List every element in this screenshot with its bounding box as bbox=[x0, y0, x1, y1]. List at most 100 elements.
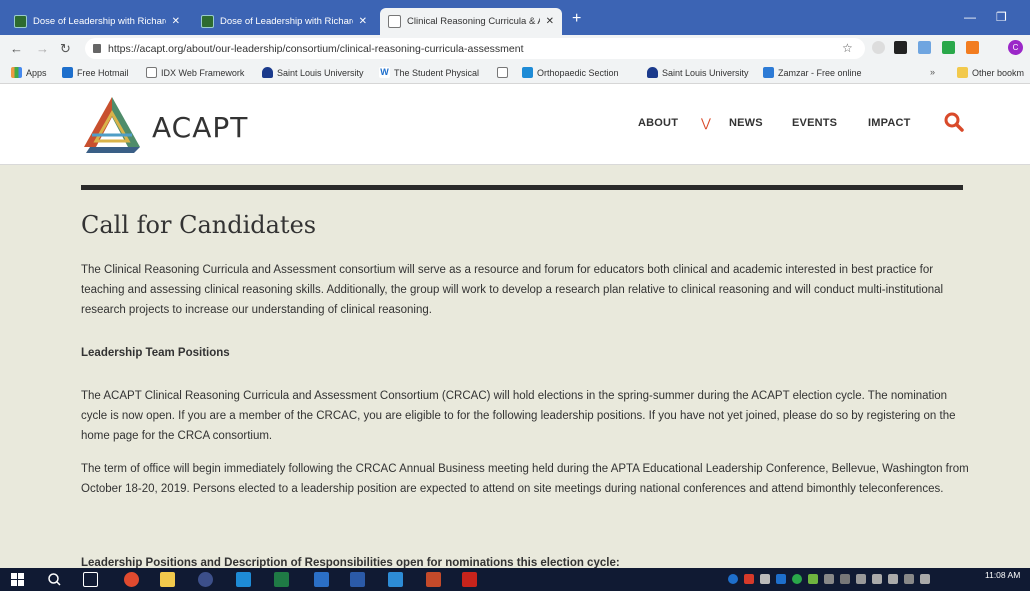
close-icon[interactable]: ✕ bbox=[172, 16, 180, 27]
tray-icon[interactable] bbox=[840, 574, 850, 584]
page-content: Call for Candidates The Clinical Reasoni… bbox=[0, 165, 1030, 568]
bookmark-label: Zamzar - Free online bbox=[778, 67, 862, 78]
shield-icon bbox=[262, 67, 273, 78]
taskbar-clock[interactable]: 11:08 AM bbox=[985, 571, 1020, 580]
outlook-icon bbox=[62, 67, 73, 78]
tab-favicon-icon bbox=[14, 15, 27, 28]
bookmark-label: Apps bbox=[26, 67, 47, 78]
tray-icon[interactable] bbox=[760, 574, 770, 584]
new-tab-button[interactable]: + bbox=[572, 11, 581, 27]
bluetooth-icon[interactable] bbox=[856, 574, 866, 584]
word-icon[interactable] bbox=[350, 572, 365, 587]
shield-icon bbox=[647, 67, 658, 78]
apps-grid-icon bbox=[11, 67, 22, 78]
chevron-down-icon[interactable]: ⋁ bbox=[701, 116, 711, 130]
bookmark-item[interactable]: Zamzar - Free online bbox=[763, 67, 862, 78]
browser-tab[interactable]: Dose of Leadership with Richard ✕ bbox=[193, 8, 375, 35]
tray-icon[interactable] bbox=[728, 574, 738, 584]
extension-icon[interactable] bbox=[918, 41, 931, 54]
bookmark-other[interactable]: Other bookm bbox=[957, 67, 1024, 78]
bookmark-label: Saint Louis University bbox=[662, 67, 749, 78]
profile-avatar[interactable]: C bbox=[1008, 40, 1023, 55]
minimize-icon[interactable]: — bbox=[964, 10, 976, 24]
volume-icon[interactable] bbox=[920, 574, 930, 584]
close-icon[interactable]: ✕ bbox=[546, 16, 554, 27]
acrobat-icon[interactable] bbox=[462, 572, 477, 587]
intro-paragraph: The Clinical Reasoning Curricula and Ass… bbox=[81, 264, 944, 316]
edge-icon[interactable] bbox=[236, 572, 251, 587]
site-header: ACAPT ABOUT ⋁ NEWS EVENTS IMPACT bbox=[0, 84, 1030, 165]
tray-icon[interactable] bbox=[808, 574, 818, 584]
zamzar-icon bbox=[763, 67, 774, 78]
site-logo-text[interactable]: ACAPT bbox=[152, 111, 248, 144]
bookmark-item[interactable]: Free Hotmail bbox=[62, 67, 129, 78]
browser-toolbar: ← → ↻ https://acapt.org/about/our-leader… bbox=[0, 35, 1030, 62]
bookmarks-overflow-button[interactable]: » bbox=[930, 67, 935, 77]
bookmark-item[interactable]: Saint Louis University bbox=[647, 67, 749, 78]
bookmark-label: Orthopaedic Section bbox=[537, 67, 619, 78]
search-icon[interactable] bbox=[47, 572, 62, 587]
bookmark-label: Free Hotmail bbox=[77, 67, 129, 78]
back-icon[interactable]: ← bbox=[10, 41, 23, 56]
tab-title: Dose of Leadership with Richard bbox=[33, 16, 166, 27]
section-divider bbox=[81, 185, 963, 190]
bookmark-item[interactable]: Saint Louis University bbox=[262, 67, 364, 78]
tab-title: Clinical Reasoning Curricula & As bbox=[407, 16, 540, 27]
bookmarks-bar: Apps Free Hotmail IDX Web Framework Sain… bbox=[0, 62, 1030, 84]
nav-impact[interactable]: IMPACT bbox=[868, 117, 911, 129]
nav-news[interactable]: NEWS bbox=[729, 117, 763, 129]
bookmark-star-icon[interactable]: ☆ bbox=[842, 41, 853, 55]
bookmark-item[interactable]: Orthopaedic Section bbox=[522, 67, 619, 78]
forward-icon[interactable]: → bbox=[36, 41, 49, 56]
tray-icon[interactable] bbox=[824, 574, 834, 584]
acapt-logo-icon[interactable] bbox=[82, 95, 146, 153]
task-view-icon[interactable] bbox=[83, 572, 98, 587]
excel-icon[interactable] bbox=[274, 572, 289, 587]
restore-icon[interactable]: ❐ bbox=[996, 10, 1007, 24]
windows-start-icon[interactable] bbox=[10, 572, 25, 587]
folder-icon bbox=[957, 67, 968, 78]
url-text: https://acapt.org/about/our-leadership/c… bbox=[108, 42, 524, 55]
section-heading-leadership-team: Leadership Team Positions bbox=[81, 347, 230, 359]
page-icon bbox=[146, 67, 157, 78]
app-icon[interactable] bbox=[198, 572, 213, 587]
tray-icon[interactable] bbox=[744, 574, 754, 584]
bookmark-item[interactable]: IDX Web Framework bbox=[146, 67, 244, 78]
tray-icon[interactable] bbox=[776, 574, 786, 584]
tab-title: Dose of Leadership with Richard bbox=[220, 16, 353, 27]
bookmark-item[interactable] bbox=[497, 67, 512, 78]
bookmark-apps[interactable]: Apps bbox=[11, 67, 47, 78]
extension-icon[interactable] bbox=[942, 41, 955, 54]
network-icon[interactable] bbox=[888, 574, 898, 584]
elections-paragraph: The ACAPT Clinical Reasoning Curricula a… bbox=[81, 390, 956, 442]
tab-favicon-icon bbox=[388, 15, 401, 28]
section-heading-positions: Leadership Positions and Description of … bbox=[81, 557, 620, 568]
bookmark-label: The Student Physical bbox=[394, 67, 480, 78]
extension-icon[interactable] bbox=[894, 41, 907, 54]
nav-events[interactable]: EVENTS bbox=[792, 117, 837, 129]
file-explorer-icon[interactable] bbox=[160, 572, 175, 587]
bookmark-item[interactable]: W The Student Physical bbox=[379, 67, 479, 78]
battery-icon[interactable] bbox=[872, 574, 882, 584]
close-icon[interactable]: ✕ bbox=[359, 16, 367, 27]
extension-icon[interactable] bbox=[872, 41, 885, 54]
wifi-icon[interactable] bbox=[904, 574, 914, 584]
reload-icon[interactable]: ↻ bbox=[60, 41, 71, 57]
page-title: Call for Candidates bbox=[81, 211, 317, 239]
search-icon[interactable] bbox=[944, 112, 964, 132]
chrome-icon[interactable] bbox=[124, 572, 139, 587]
extension-icon[interactable] bbox=[966, 41, 979, 54]
lock-icon bbox=[93, 44, 101, 53]
outlook-icon[interactable] bbox=[314, 572, 329, 587]
browser-tab-active[interactable]: Clinical Reasoning Curricula & As ✕ bbox=[380, 8, 562, 35]
browser-tab[interactable]: Dose of Leadership with Richard ✕ bbox=[6, 8, 188, 35]
browser-tab-strip: Dose of Leadership with Richard ✕ Dose o… bbox=[0, 0, 1030, 35]
powerpoint-icon[interactable] bbox=[426, 572, 441, 587]
bookmark-label: IDX Web Framework bbox=[161, 67, 245, 78]
wordpress-icon: W bbox=[379, 67, 390, 78]
orthopaedic-icon bbox=[522, 67, 533, 78]
tray-icon[interactable] bbox=[792, 574, 802, 584]
internet-explorer-icon[interactable] bbox=[388, 572, 403, 587]
nav-about[interactable]: ABOUT bbox=[638, 117, 678, 129]
address-bar[interactable]: https://acapt.org/about/our-leadership/c… bbox=[85, 38, 865, 59]
